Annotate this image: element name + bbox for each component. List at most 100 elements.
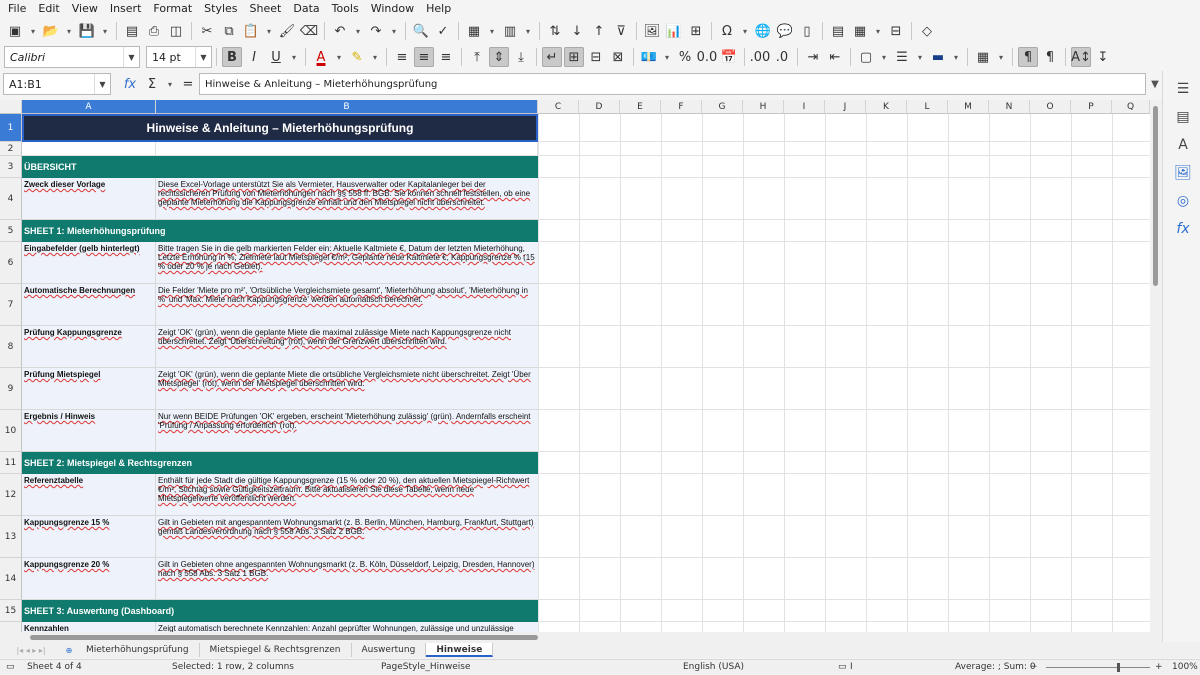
wrap-text-icon[interactable]: ↵ bbox=[542, 47, 562, 67]
align-right-icon[interactable]: ≡ bbox=[436, 47, 456, 67]
headers-footers-icon[interactable]: ▯ bbox=[797, 21, 817, 41]
document-modified-icon[interactable]: ▭ bbox=[6, 662, 15, 672]
section-header-cell[interactable]: SHEET 1: Mieterhöhungsprüfung bbox=[22, 220, 538, 242]
column-header-h[interactable]: H bbox=[743, 100, 784, 114]
expand-formula-icon[interactable]: ▼ bbox=[1149, 74, 1161, 94]
row-header[interactable]: 11 bbox=[0, 452, 22, 474]
border-color-icon[interactable]: ▬ bbox=[928, 47, 948, 67]
underline-dropdown-icon[interactable]: ▾ bbox=[288, 47, 300, 67]
gallery-icon[interactable]: 🖼 bbox=[1173, 163, 1193, 183]
label-cell[interactable]: Referenztabelle bbox=[22, 474, 156, 516]
row-header[interactable]: 2 bbox=[0, 142, 22, 156]
zoom-out-icon[interactable]: − bbox=[1030, 662, 1038, 672]
section-header-cell[interactable]: SHEET 3: Auswertung (Dashboard) bbox=[22, 600, 538, 622]
label-cell[interactable]: Automatische Berechnungen bbox=[22, 284, 156, 326]
hyperlink-icon[interactable]: 🌐 bbox=[753, 21, 773, 41]
row-header[interactable]: 9 bbox=[0, 368, 22, 410]
row-header[interactable]: 14 bbox=[0, 558, 22, 600]
label-cell[interactable]: Eingabefelder (gelb hinterlegt) bbox=[22, 242, 156, 284]
align-bottom-icon[interactable]: ⤓ bbox=[511, 47, 531, 67]
row-header[interactable]: 15 bbox=[0, 600, 22, 622]
menu-icon[interactable]: ☰ bbox=[1173, 79, 1193, 99]
decrease-indent-icon[interactable]: ⇤ bbox=[825, 47, 845, 67]
label-cell[interactable]: Prüfung Kappungsgrenze bbox=[22, 326, 156, 368]
empty-cell[interactable] bbox=[22, 142, 156, 156]
column-header-q[interactable]: Q bbox=[1112, 100, 1150, 114]
special-character-dropdown-icon[interactable]: ▾ bbox=[739, 21, 751, 41]
column-icon[interactable]: ▥ bbox=[500, 21, 520, 41]
spreadsheet-grid[interactable]: A B C D E F G H I J K L M N O P Q 1 Hinweise & Anleitung –… bbox=[0, 100, 1150, 632]
sheet-tab[interactable]: Hinweise bbox=[426, 643, 494, 657]
clone-formatting-icon[interactable]: 🖌 bbox=[277, 21, 297, 41]
status-language[interactable]: English (USA) bbox=[683, 662, 744, 672]
column-header-p[interactable]: P bbox=[1071, 100, 1112, 114]
column-header-f[interactable]: F bbox=[661, 100, 702, 114]
vertical-scroll-thumb[interactable] bbox=[1153, 106, 1158, 286]
highlight-color-icon[interactable]: ✎ bbox=[347, 47, 367, 67]
border-style-dropdown-icon[interactable]: ▾ bbox=[914, 47, 926, 67]
column-header-o[interactable]: O bbox=[1030, 100, 1071, 114]
formula-equals-icon[interactable]: = bbox=[178, 74, 198, 94]
spelling-icon[interactable]: ✓ bbox=[433, 21, 453, 41]
description-cell[interactable]: Enthält für jede Stadt die gültige Kappu… bbox=[156, 474, 538, 516]
status-zoom[interactable]: 100% bbox=[1172, 662, 1198, 672]
align-center-icon[interactable]: ≡ bbox=[414, 47, 434, 67]
description-cell[interactable]: Diese Excel-Vorlage unterstützt Sie als … bbox=[156, 178, 538, 220]
align-left-icon[interactable]: ≡ bbox=[392, 47, 412, 67]
label-cell[interactable]: Prüfung Mietspiegel bbox=[22, 368, 156, 410]
pivot-table-icon[interactable]: ⊞ bbox=[686, 21, 706, 41]
conditional-dropdown-icon[interactable]: ▾ bbox=[995, 47, 1007, 67]
currency-dropdown-icon[interactable]: ▾ bbox=[661, 47, 673, 67]
column-dropdown-icon[interactable]: ▾ bbox=[522, 21, 534, 41]
menu-item-data[interactable]: Data bbox=[287, 0, 325, 18]
label-cell[interactable]: Kappungsgrenze 20 % bbox=[22, 558, 156, 600]
menu-item-tools[interactable]: Tools bbox=[326, 0, 365, 18]
column-header-j[interactable]: J bbox=[825, 100, 866, 114]
column-header-l[interactable]: L bbox=[907, 100, 948, 114]
menu-item-format[interactable]: Format bbox=[147, 0, 198, 18]
chevron-down-icon[interactable]: ▼ bbox=[94, 74, 110, 94]
description-cell[interactable]: Gilt in Gebieten mit angespanntem Wohnun… bbox=[156, 516, 538, 558]
text-orientation-horizontal-icon[interactable]: A↕ bbox=[1071, 47, 1091, 67]
functions-icon[interactable]: fx bbox=[1173, 219, 1193, 239]
print-preview-icon[interactable]: ◫ bbox=[166, 21, 186, 41]
conditional-format-icon[interactable]: ▦ bbox=[973, 47, 993, 67]
italic-icon[interactable]: I bbox=[244, 47, 264, 67]
menu-item-edit[interactable]: Edit bbox=[32, 0, 65, 18]
cut-icon[interactable]: ✂ bbox=[197, 21, 217, 41]
description-cell[interactable]: Gilt in Gebieten ohne angespannten Wohnu… bbox=[156, 558, 538, 600]
column-header-c[interactable]: C bbox=[538, 100, 579, 114]
row-header[interactable]: 16 bbox=[0, 622, 22, 632]
sort-descending-icon[interactable]: ↑ bbox=[589, 21, 609, 41]
menu-item-file[interactable]: File bbox=[2, 0, 32, 18]
undo-icon[interactable]: ↶ bbox=[330, 21, 350, 41]
description-cell[interactable]: Zeigt 'OK' (grün), wenn die geplante Mie… bbox=[156, 326, 538, 368]
freeze-dropdown-icon[interactable]: ▾ bbox=[872, 21, 884, 41]
label-cell[interactable]: Ergebnis / Hinweis bbox=[22, 410, 156, 452]
row-header[interactable]: 3 bbox=[0, 156, 22, 178]
redo-icon[interactable]: ↷ bbox=[366, 21, 386, 41]
label-cell[interactable]: Kennzahlen bbox=[22, 622, 156, 632]
comment-icon[interactable]: 💬 bbox=[775, 21, 795, 41]
chevron-down-icon[interactable]: ▼ bbox=[123, 47, 139, 67]
align-top-icon[interactable]: ⤒ bbox=[467, 47, 487, 67]
formula-input[interactable]: Hinweise & Anleitung – Mieterhöhungsprüf… bbox=[199, 73, 1146, 95]
split-window-icon[interactable]: ⊟ bbox=[886, 21, 906, 41]
description-cell[interactable]: Bitte tragen Sie in die gelb markierten … bbox=[156, 242, 538, 284]
save-icon[interactable]: 💾 bbox=[77, 21, 97, 41]
row-icon[interactable]: ▦ bbox=[464, 21, 484, 41]
border-color-dropdown-icon[interactable]: ▾ bbox=[950, 47, 962, 67]
paste-dropdown-icon[interactable]: ▾ bbox=[263, 21, 275, 41]
column-header-k[interactable]: K bbox=[866, 100, 907, 114]
delete-decimal-icon[interactable]: .0 bbox=[772, 47, 792, 67]
number-format-icon[interactable]: 0.0 bbox=[697, 47, 718, 67]
zoom-slider-handle[interactable] bbox=[1117, 663, 1120, 672]
right-to-left-icon[interactable]: ¶ bbox=[1040, 47, 1060, 67]
label-cell[interactable]: Kappungsgrenze 15 % bbox=[22, 516, 156, 558]
left-to-right-icon[interactable]: ¶ bbox=[1018, 47, 1038, 67]
bold-icon[interactable]: B bbox=[222, 47, 242, 67]
undo-dropdown-icon[interactable]: ▾ bbox=[352, 21, 364, 41]
row-header[interactable]: 10 bbox=[0, 410, 22, 452]
column-header-b[interactable]: B bbox=[156, 100, 538, 114]
autofilter-icon[interactable]: ⊽ bbox=[611, 21, 631, 41]
